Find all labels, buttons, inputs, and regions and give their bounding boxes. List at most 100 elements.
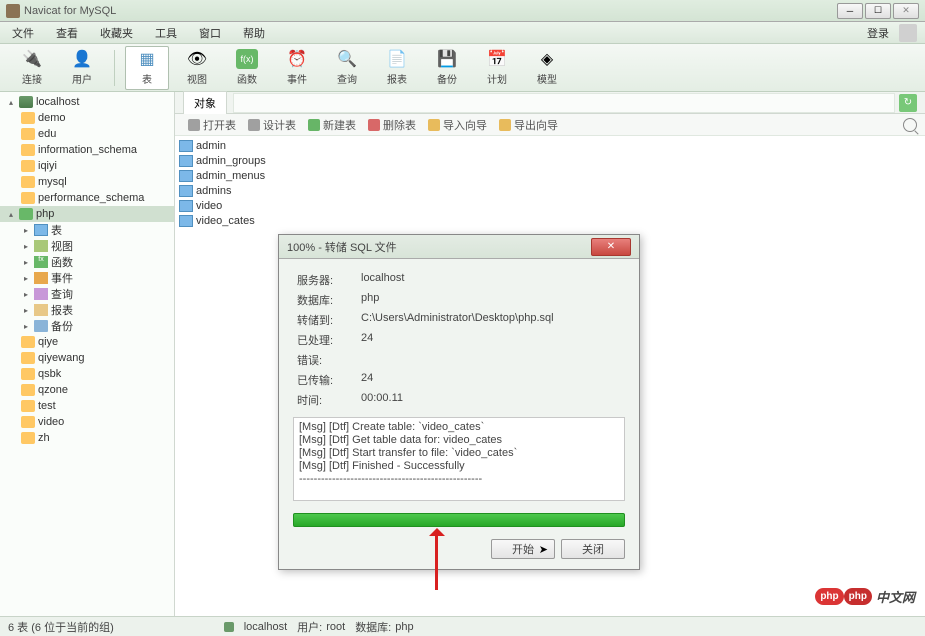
tree-views[interactable]: ▸视图 bbox=[0, 238, 174, 254]
dialog-header[interactable]: 100% - 转储 SQL 文件 ✕ bbox=[279, 235, 639, 259]
tool-table[interactable]: ▦表 bbox=[125, 46, 169, 90]
tool-view[interactable]: 👁视图 bbox=[175, 46, 219, 90]
tree-queries[interactable]: ▸查询 bbox=[0, 286, 174, 302]
menu-file[interactable]: 文件 bbox=[8, 23, 38, 43]
list-item[interactable]: admins bbox=[179, 183, 921, 198]
table-icon bbox=[179, 185, 193, 197]
database-icon bbox=[21, 160, 35, 172]
dialog-buttons: 开始➤ 关闭 bbox=[293, 539, 625, 559]
disk-icon: 💾 bbox=[436, 49, 458, 69]
view-icon bbox=[34, 240, 48, 252]
expand-icon[interactable]: ▸ bbox=[21, 258, 31, 267]
dialog-body: 服务器:localhost 数据库:php 转储到:C:\Users\Admin… bbox=[279, 259, 639, 569]
menu-favorites[interactable]: 收藏夹 bbox=[96, 23, 137, 43]
tree-db[interactable]: information_schema bbox=[0, 142, 174, 158]
tool-report[interactable]: 📄报表 bbox=[375, 46, 419, 90]
menu-window[interactable]: 窗口 bbox=[195, 23, 225, 43]
tool-event[interactable]: ⏰事件 bbox=[275, 46, 319, 90]
action-export-wizard[interactable]: 导出向导 bbox=[494, 115, 563, 135]
tool-schedule[interactable]: 📅计划 bbox=[475, 46, 519, 90]
list-item[interactable]: video_cates bbox=[179, 213, 921, 228]
expand-icon[interactable]: ▸ bbox=[21, 242, 31, 251]
log-line: [Msg] [Dtf] Get table data for: video_ca… bbox=[299, 434, 619, 447]
action-new-table[interactable]: 新建表 bbox=[303, 115, 361, 135]
tree-db[interactable]: test bbox=[0, 398, 174, 414]
status-user: root bbox=[326, 621, 345, 633]
expand-icon[interactable]: ▸ bbox=[21, 290, 31, 299]
menu-help[interactable]: 帮助 bbox=[239, 23, 269, 43]
tree-db[interactable]: performance_schema bbox=[0, 190, 174, 206]
tree-db[interactable]: iqiyi bbox=[0, 158, 174, 174]
action-design-table[interactable]: 设计表 bbox=[243, 115, 301, 135]
tree-db-active[interactable]: ▴php bbox=[0, 206, 174, 222]
info-value: 24 bbox=[359, 371, 623, 389]
info-label: 时间: bbox=[295, 391, 357, 409]
database-icon bbox=[21, 400, 35, 412]
avatar-icon[interactable] bbox=[899, 24, 917, 42]
object-tabs: 对象 ↻ bbox=[175, 92, 925, 114]
tool-query[interactable]: 🔍查询 bbox=[325, 46, 369, 90]
minimize-button[interactable]: ─ bbox=[837, 3, 863, 19]
list-item[interactable]: admin_groups bbox=[179, 153, 921, 168]
toolbar: 🔌连接 👤用户 ▦表 👁视图 f(x)函数 ⏰事件 🔍查询 📄报表 💾备份 📅计… bbox=[0, 44, 925, 92]
action-open-table[interactable]: 打开表 bbox=[183, 115, 241, 135]
info-value: localhost bbox=[359, 271, 623, 289]
list-item[interactable]: video bbox=[179, 198, 921, 213]
tree-db[interactable]: edu bbox=[0, 126, 174, 142]
action-import-wizard[interactable]: 导入向导 bbox=[423, 115, 492, 135]
search-icon[interactable] bbox=[903, 118, 917, 132]
tree-backups[interactable]: ▸备份 bbox=[0, 318, 174, 334]
tree-tables[interactable]: ▸表 bbox=[0, 222, 174, 238]
expand-icon[interactable]: ▸ bbox=[21, 322, 31, 331]
tree-db[interactable]: qzone bbox=[0, 382, 174, 398]
user-icon: 👤 bbox=[71, 49, 93, 69]
report-icon: 📄 bbox=[386, 49, 408, 69]
model-icon: ◈ bbox=[536, 49, 558, 69]
tree-functions[interactable]: ▸fx函数 bbox=[0, 254, 174, 270]
expand-icon[interactable]: ▴ bbox=[6, 210, 16, 219]
expand-icon[interactable]: ▸ bbox=[21, 274, 31, 283]
start-button[interactable]: 开始➤ bbox=[491, 539, 555, 559]
refresh-badge-icon[interactable]: ↻ bbox=[899, 94, 917, 112]
expand-icon[interactable]: ▴ bbox=[6, 98, 16, 107]
list-item[interactable]: admin_menus bbox=[179, 168, 921, 183]
separator bbox=[114, 50, 115, 86]
tree-db[interactable]: mysql bbox=[0, 174, 174, 190]
tree-db[interactable]: qiye bbox=[0, 334, 174, 350]
tool-user[interactable]: 👤用户 bbox=[60, 46, 104, 90]
tree-db[interactable]: qiyewang bbox=[0, 350, 174, 366]
database-icon bbox=[21, 144, 35, 156]
tree-reports[interactable]: ▸报表 bbox=[0, 302, 174, 318]
close-button[interactable]: 关闭 bbox=[561, 539, 625, 559]
tab-objects[interactable]: 对象 bbox=[183, 91, 227, 114]
tool-connection[interactable]: 🔌连接 bbox=[10, 46, 54, 90]
dialog-info-table: 服务器:localhost 数据库:php 转储到:C:\Users\Admin… bbox=[293, 269, 625, 411]
info-label: 已传输: bbox=[295, 371, 357, 389]
tree-connection[interactable]: ▴localhost bbox=[0, 94, 174, 110]
tree-events[interactable]: ▸事件 bbox=[0, 270, 174, 286]
plug-icon: 🔌 bbox=[21, 49, 43, 69]
close-button[interactable]: ✕ bbox=[893, 3, 919, 19]
log-line: ----------------------------------------… bbox=[299, 473, 619, 486]
maximize-button[interactable]: ☐ bbox=[865, 3, 891, 19]
info-label: 服务器: bbox=[295, 271, 357, 289]
list-item[interactable]: admin bbox=[179, 138, 921, 153]
tool-function[interactable]: f(x)函数 bbox=[225, 46, 269, 90]
expand-icon[interactable]: ▸ bbox=[21, 226, 31, 235]
dialog-close-button[interactable]: ✕ bbox=[591, 238, 631, 256]
database-icon bbox=[19, 208, 33, 220]
tool-backup[interactable]: 💾备份 bbox=[425, 46, 469, 90]
tree-db[interactable]: demo bbox=[0, 110, 174, 126]
login-link[interactable]: 登录 bbox=[863, 23, 893, 43]
menu-view[interactable]: 查看 bbox=[52, 23, 82, 43]
tree-db[interactable]: video bbox=[0, 414, 174, 430]
expand-icon[interactable]: ▸ bbox=[21, 306, 31, 315]
dialog-log[interactable]: [Msg] [Dtf] Create table: `video_cates` … bbox=[293, 417, 625, 501]
database-icon bbox=[21, 176, 35, 188]
tree-db[interactable]: qsbk bbox=[0, 366, 174, 382]
calendar-icon: 📅 bbox=[486, 49, 508, 69]
action-delete-table[interactable]: 删除表 bbox=[363, 115, 421, 135]
tree-db[interactable]: zh bbox=[0, 430, 174, 446]
tool-model[interactable]: ◈模型 bbox=[525, 46, 569, 90]
menu-tools[interactable]: 工具 bbox=[151, 23, 181, 43]
